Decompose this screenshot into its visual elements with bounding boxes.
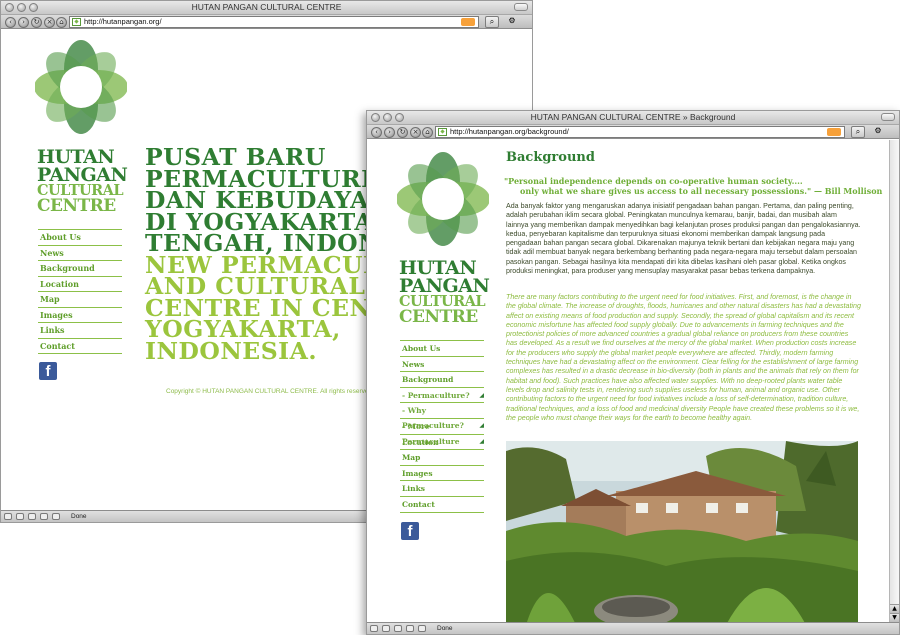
facebook-icon[interactable]: f — [401, 522, 419, 540]
nav-images[interactable]: Images — [38, 308, 122, 323]
nav-map[interactable]: Map — [38, 292, 122, 308]
nav-contact[interactable]: Contact — [38, 339, 122, 354]
status-icons — [4, 513, 60, 520]
toolbar-toggle-button[interactable] — [881, 113, 895, 121]
reload-icon[interactable]: ↻ — [31, 17, 42, 28]
search-icon[interactable]: ⌕ — [485, 16, 499, 28]
facebook-icon[interactable]: f — [39, 362, 57, 380]
mail-icon — [16, 513, 24, 520]
nav-location[interactable]: Location — [38, 277, 122, 292]
forward-icon[interactable]: › — [18, 17, 29, 28]
nav-about-us[interactable]: About Us — [400, 341, 484, 357]
scroll-down-icon[interactable]: ▼ — [890, 613, 899, 622]
composer-icon — [28, 513, 36, 520]
forward-icon[interactable]: › — [384, 127, 395, 138]
nav-contact[interactable]: Contact — [400, 497, 484, 513]
title-bar: HUTAN PANGAN CULTURAL CENTRE » Backgroun… — [367, 111, 899, 125]
browser-toolbar: ‹ › ↻ × ⌂ http://hutanpangan.org/ ⌕ ⚙ — [1, 15, 532, 29]
site-favicon-icon — [438, 128, 447, 136]
stop-icon[interactable]: × — [410, 127, 421, 138]
window-title: HUTAN PANGAN CULTURAL CENTRE » Backgroun… — [530, 112, 736, 122]
status-icons — [370, 625, 426, 632]
status-text: Done — [437, 625, 453, 632]
home-icon[interactable]: ⌂ — [422, 127, 433, 138]
logo-flower-icon — [397, 152, 489, 246]
body-text-indonesian: Ada banyak faktor yang mengaruskan adany… — [506, 202, 861, 276]
main-nav: About Us News Background - Permaculture?… — [400, 340, 484, 513]
nav-links[interactable]: Links — [38, 323, 122, 339]
sync-icon[interactable]: ⚙ — [505, 16, 519, 28]
browser-toolbar: ‹ › ↻ × ⌂ http://hutanpangan.org/backgro… — [367, 125, 899, 139]
body-text-english: There are many factors contributing to t… — [506, 293, 861, 422]
stop-icon[interactable]: × — [44, 17, 55, 28]
home-icon[interactable]: ⌂ — [56, 17, 67, 28]
mail-icon — [382, 625, 390, 632]
nav-about-us[interactable]: About Us — [38, 230, 122, 246]
sync-icon[interactable]: ⚙ — [871, 126, 885, 138]
rss-icon[interactable] — [827, 128, 841, 136]
nav-background[interactable]: Background — [38, 261, 122, 277]
nav-links[interactable]: Links — [400, 481, 484, 497]
nav-news[interactable]: News — [400, 357, 484, 373]
submenu-corner-icon: ◢ — [479, 391, 484, 399]
window-title: HUTAN PANGAN CULTURAL CENTRE — [191, 2, 342, 12]
nav-sub-permaculture[interactable]: - Permaculture? ◢ — [400, 388, 484, 404]
back-icon[interactable]: ‹ — [5, 17, 16, 28]
scroll-up-icon[interactable]: ▲ — [890, 604, 899, 613]
toolbar-toggle-button[interactable] — [514, 3, 528, 11]
search-icon[interactable]: ⌕ — [851, 126, 865, 138]
status-text: Done — [71, 513, 87, 520]
nav-sub-more-permaculture[interactable]: - More Permaculture ◢ — [400, 419, 484, 446]
logo-flower-icon — [35, 40, 127, 134]
url-input[interactable]: http://hutanpangan.org/ — [69, 16, 479, 28]
logo-wordmark: HUTAN PANGAN CULTURAL CENTRE — [37, 146, 128, 216]
security-icon — [418, 625, 426, 632]
addressbook-icon — [406, 625, 414, 632]
browser-window-background: HUTAN PANGAN CULTURAL CENTRE » Backgroun… — [366, 110, 900, 635]
village-photo — [506, 441, 858, 625]
network-icon — [370, 625, 378, 632]
logo-wordmark: HUTAN PANGAN CULTURAL CENTRE — [399, 257, 490, 327]
addressbook-icon — [40, 513, 48, 520]
security-icon — [52, 513, 60, 520]
nav-sub-why-permaculture[interactable]: - Why Permaculture? ◢ — [400, 403, 484, 430]
reload-icon[interactable]: ↻ — [397, 127, 408, 138]
site-favicon-icon — [72, 18, 81, 26]
copyright-text: Copyright © HUTAN PANGAN CULTURAL CENTRE… — [166, 388, 373, 395]
quote: "Personal independence depends on co-ope… — [504, 176, 883, 196]
nav-news[interactable]: News — [38, 246, 122, 261]
main-nav: About Us News Background Location Map Im… — [38, 229, 122, 354]
composer-icon — [394, 625, 402, 632]
back-icon[interactable]: ‹ — [371, 127, 382, 138]
page-title: Background — [506, 150, 595, 165]
home-headline: PUSAT BARU PERMACULTURE DAN KEBUDAYAA DI… — [145, 143, 399, 365]
nav-map[interactable]: Map — [400, 450, 484, 466]
network-icon — [4, 513, 12, 520]
nav-images[interactable]: Images — [400, 466, 484, 482]
rss-icon[interactable] — [461, 18, 475, 26]
village-photo-image — [506, 441, 858, 625]
title-bar: HUTAN PANGAN CULTURAL CENTRE — [1, 1, 532, 15]
vertical-scrollbar[interactable]: ▲ ▼ — [889, 140, 899, 622]
status-bar: Done — [367, 622, 899, 634]
nav-background[interactable]: Background — [400, 372, 484, 388]
submenu-corner-icon: ◢ — [479, 437, 484, 445]
url-input[interactable]: http://hutanpangan.org/background/ — [435, 126, 845, 138]
